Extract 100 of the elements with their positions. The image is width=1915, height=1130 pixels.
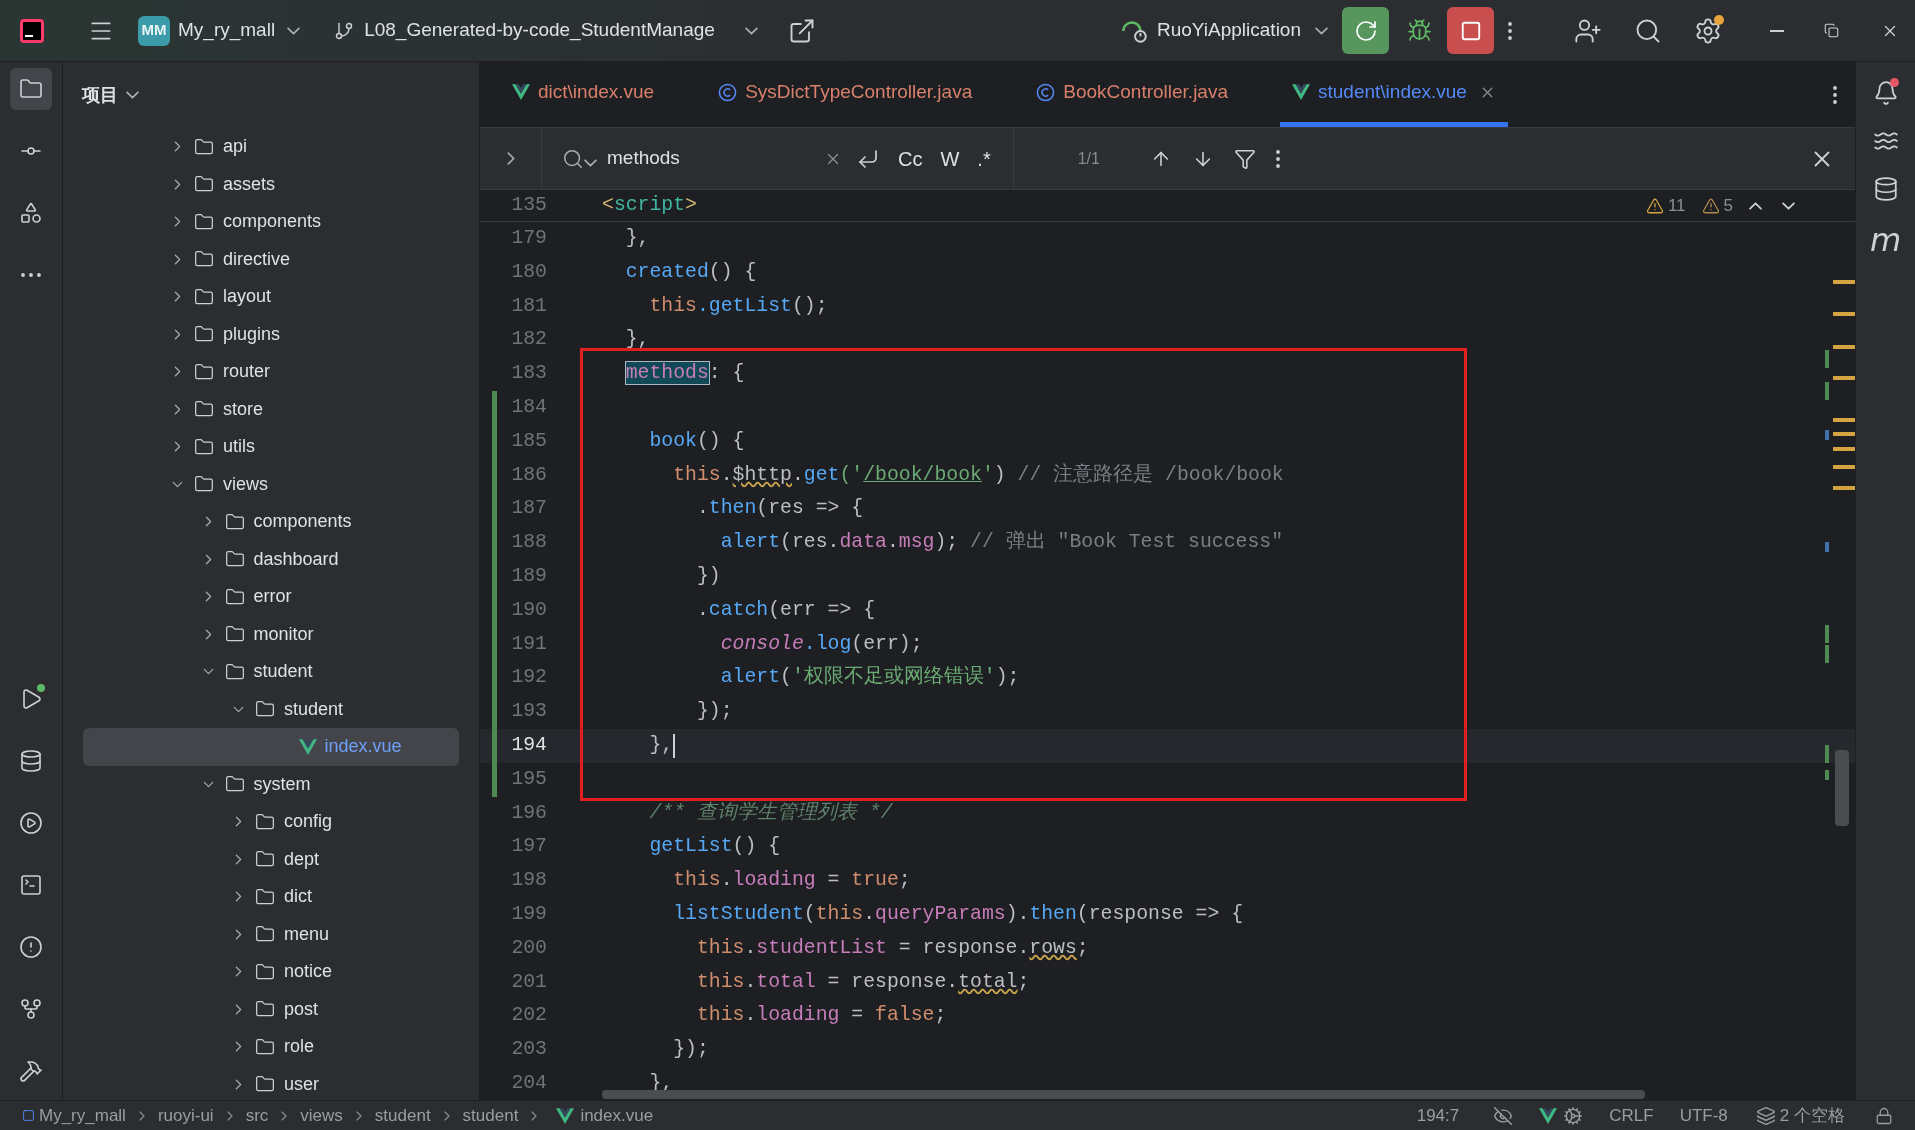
line-number: 195 (510, 766, 547, 792)
tree-item[interactable]: components (83, 203, 459, 241)
breadcrumb[interactable]: index.vue (580, 1102, 654, 1129)
tree-item[interactable]: system (83, 765, 459, 803)
search-field[interactable]: methods (607, 144, 807, 173)
minimize-icon (1770, 29, 1784, 32)
tree-item[interactable]: role (83, 1028, 459, 1066)
tree-item[interactable]: student (83, 653, 459, 691)
tree-item[interactable]: notice (83, 953, 459, 991)
line-ending[interactable]: CRLF (1609, 1102, 1654, 1129)
indent-setting[interactable]: 2 个空格 (1779, 1102, 1845, 1129)
breadcrumb[interactable]: student (462, 1102, 519, 1129)
tree-item[interactable]: post (83, 990, 459, 1028)
code-line: .then(res => { (695, 496, 864, 522)
tree-item[interactable]: components (83, 503, 459, 541)
previous-problem-button[interactable] (1749, 201, 1762, 210)
panel-title[interactable]: 项目 (82, 81, 139, 109)
code-line: methods: { (624, 361, 745, 387)
tree-item[interactable]: student (83, 690, 459, 728)
search-option-toggle[interactable]: Cc (898, 143, 923, 174)
code-line: this.studentList = response.rows; (695, 935, 1089, 961)
project-selector[interactable]: My_ry_mall (178, 16, 301, 45)
branch-selector[interactable]: L08_Generated-by-code_StudentManage (364, 16, 758, 45)
stop-button[interactable] (1447, 7, 1494, 54)
filter-button[interactable] (1233, 147, 1256, 170)
tree-label: assets (223, 172, 276, 196)
tree-label: router (223, 360, 271, 384)
vue-file-icon (556, 1107, 575, 1124)
code-line: created() { (624, 259, 757, 285)
next-problem-button[interactable] (1782, 201, 1795, 210)
horizontal-scrollbar[interactable] (602, 1090, 1645, 1099)
folder-icon (223, 511, 246, 532)
chevron-down-icon (1782, 201, 1795, 210)
tree-item[interactable]: assets (83, 165, 459, 203)
breadcrumb[interactable]: views (300, 1102, 343, 1129)
lock-icon[interactable] (1875, 1106, 1893, 1125)
vertical-scrollbar[interactable] (1835, 750, 1849, 826)
tree-item[interactable]: error (83, 578, 459, 616)
line-number: 186 (510, 462, 547, 488)
tree-label: notice (284, 960, 333, 984)
editor-tab[interactable]: SysDictTypeController.java (706, 62, 985, 127)
editor-tab[interactable]: BookController.java (1024, 62, 1240, 127)
search-option-toggle[interactable]: .* (977, 143, 991, 174)
tree-label: directive (223, 247, 291, 271)
maven-button[interactable]: m (1869, 224, 1902, 256)
tree-item[interactable]: layout (83, 278, 459, 316)
caret-position[interactable]: 194:7 (1416, 1102, 1460, 1129)
tree-label: config (284, 810, 333, 834)
database-button[interactable] (1872, 176, 1899, 202)
line-number: 193 (510, 699, 547, 725)
tree-item[interactable]: dept (83, 840, 459, 878)
chevron-down-icon (744, 26, 758, 35)
tree-label: components (223, 210, 322, 234)
folder-icon (193, 361, 215, 382)
tree-item[interactable]: utils (83, 428, 459, 466)
line-number: 200 (510, 935, 547, 961)
tab-options-button[interactable] (1833, 85, 1837, 104)
line-number: 187 (510, 496, 547, 522)
tree-item[interactable]: router (83, 353, 459, 391)
breadcrumb[interactable]: ruoyi-ui (157, 1102, 214, 1129)
tree-item[interactable]: index.vue (83, 728, 459, 766)
tree-item[interactable]: plugins (83, 315, 459, 353)
tree-item[interactable]: dashboard (83, 540, 459, 578)
more-options-button[interactable] (1275, 149, 1280, 168)
vue-file-icon (1292, 84, 1310, 100)
settings-button[interactable] (1694, 16, 1722, 45)
search-option-toggle[interactable]: W (940, 143, 960, 174)
gear-icon[interactable] (1563, 1105, 1584, 1126)
tab-label: SysDictTypeController.java (745, 79, 973, 104)
editor-tab[interactable]: dict\index.vue (500, 62, 667, 127)
tree-item[interactable]: directive (83, 240, 459, 278)
tab-label: BookController.java (1063, 79, 1228, 104)
run-config-selector[interactable]: RuoYiApplication (1157, 16, 1328, 45)
code-line: this.$http.get('/book/book') // 注意路径是 /book/book (672, 462, 1284, 488)
line-number: 189 (510, 564, 547, 589)
more-button[interactable] (1508, 21, 1512, 40)
tree-item[interactable]: dict (83, 878, 459, 916)
tree-item[interactable]: views (83, 465, 459, 503)
tree-label: utils (223, 435, 255, 459)
tree-label: plugins (223, 322, 281, 346)
breadcrumb[interactable]: My_ry_mall (39, 1102, 126, 1129)
line-number: 180 (510, 259, 547, 285)
breadcrumb[interactable]: student (374, 1102, 431, 1129)
tree-item[interactable]: monitor (83, 615, 459, 653)
eye-off-icon[interactable] (1493, 1105, 1514, 1126)
tree-item[interactable]: menu (83, 915, 459, 953)
tree-item[interactable]: config (83, 803, 459, 841)
rerun-button[interactable] (1342, 7, 1389, 54)
tree-item[interactable]: user (83, 1065, 459, 1100)
folder-tool-button[interactable] (10, 68, 52, 110)
tree-item[interactable]: store (83, 390, 459, 428)
restore-button[interactable] (1824, 23, 1839, 38)
file-encoding[interactable]: UTF-8 (1679, 1102, 1728, 1129)
tree-item[interactable]: api (83, 128, 459, 166)
line-number: 179 (510, 226, 547, 252)
notifications-button[interactable] (1872, 80, 1899, 106)
code-line: alert('权限不足或网络错误'); (719, 664, 1020, 691)
minimize-button[interactable] (1770, 29, 1784, 32)
breadcrumb[interactable]: src (245, 1102, 269, 1129)
project-badge: MM (138, 15, 170, 46)
